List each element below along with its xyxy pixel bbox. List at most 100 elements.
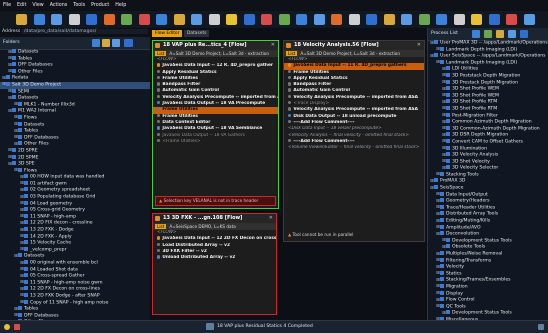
tree-item[interactable]: ⊞Trace/Header Utilities [428,205,548,212]
tree-item[interactable]: ⊞3D Shot Profile RTM [428,99,548,106]
arrow-icon[interactable] [121,14,132,25]
play-icon[interactable] [279,14,290,25]
filter-icon[interactable] [496,30,504,38]
resize-grip-icon[interactable] [538,324,544,330]
tree-item[interactable]: ⊞13 2D FXK Dodge - after SNAP [0,293,150,300]
lightbulb-icon[interactable] [4,324,10,330]
tree-item[interactable]: ⊞2D SPRE [0,148,150,155]
tree-item[interactable]: ⊞3D Shot Profile WEM [428,86,548,93]
tree-item[interactable]: ⊞Flow Control [428,297,548,304]
menu-item-help[interactable]: Help [115,3,126,8]
flow-window-vap-residual[interactable]: 18 VAP plus Re...tics_4 [Flow] ✕ ListA=S… [152,40,279,209]
tree-item[interactable]: ⊞Statics [428,271,548,278]
tree-item[interactable]: ⊞DFF Databases [0,135,150,142]
window2-icon[interactable] [524,14,535,25]
chart-icon[interactable] [191,14,202,25]
tree-item[interactable]: ⊞SeisSpace [428,185,548,192]
flow-step[interactable]: <Frame Utilities> [153,139,278,145]
tree-item[interactable]: ⊞Landmark Depth Imaging (LDI) [428,60,548,67]
flow-step[interactable]: <Velocity Analysis -- final velocity - o… [284,133,424,139]
tree-item[interactable]: ⊞DFF Databases [0,62,150,69]
tree-item[interactable]: ⊞3D DSR Depth Migration [428,132,548,139]
tree-item[interactable]: ⊞ProMAX 3D [428,178,548,185]
tree-item[interactable]: ⊞2D SPME [0,155,150,162]
tree-item[interactable]: ⊞3D Shot Profile RTM [428,106,548,113]
tree-item[interactable]: ⊞_velcomp_prepr [0,247,150,254]
tree-item[interactable]: ⊞Display [428,291,548,298]
tree-item[interactable]: ⊞Flows [0,168,150,175]
tree-item[interactable]: ⊞DFF Databases [0,313,150,320]
save-icon[interactable] [34,14,45,25]
tree-item[interactable]: ⊞Flows [0,115,150,122]
tree-item[interactable]: ⊞Obsolete Tools [428,244,548,251]
flow-step[interactable]: JavaSeis Data Input -- 11 R. 4D_prepro g… [284,63,424,69]
view-icon[interactable] [401,14,412,25]
flow-step[interactable]: Velocity Analysis Precompute -- imported… [284,107,424,113]
execute-icon[interactable] [104,14,115,25]
monitor-icon[interactable] [209,14,220,25]
view-icon[interactable] [520,30,528,38]
tree-item[interactable]: ⊞User SeisSpace -- /apps/Landmark/Operat… [428,53,548,60]
list-badge[interactable]: List [155,51,166,56]
tree-item[interactable]: ⊞13 2D FXK - Dodge [0,227,150,234]
tree-view-icon[interactable] [124,39,133,47]
tree-item[interactable]: ⊞3D Shot Velocity [428,159,548,166]
tree-item[interactable]: ⊞Multiples/Noise Removal [428,251,548,258]
tree-item[interactable]: ⊞Development Status Tools [428,310,548,317]
tree-item[interactable]: ⊞User ProMAX 3D -- /apps/Landmark/Operat… [428,40,548,47]
tree-item[interactable]: ⊞SEMI [0,89,150,96]
flow-step[interactable]: JavaSeis Data Output -- 18 VA Semblance [153,126,278,132]
tree-item[interactable]: ⊞Tables [0,306,150,313]
table-icon[interactable] [244,14,255,25]
close-icon[interactable]: ✕ [269,214,273,223]
tree-item[interactable]: ⊞3D Shot Profile WEM [428,93,548,100]
tree-item[interactable]: ⊞05 Cross-grid Geometry [0,207,150,214]
tree-item[interactable]: ⊞Deconvolution [428,231,548,238]
flow-title[interactable]: 13 3D FXK - ...gn.108 [Flow] ✕ [153,214,276,223]
tree-item[interactable]: ⊞3D Velocity Analysis [428,152,548,159]
list-badge[interactable]: List [286,51,297,56]
tree-item[interactable]: ⊞12 2D FIX decon - crossline [0,220,150,227]
address-input[interactable]: /data/pro_data/sait/datamagos/ [22,29,148,34]
tree-item[interactable]: ⊞M1 WA2 Internal [0,108,150,115]
settings-icon[interactable] [226,14,237,25]
tile-icon[interactable] [384,14,395,25]
flow-step[interactable]: JavaSeis Data Input -- 12 2D FX Decon on… [153,236,276,242]
tree-item[interactable]: ⊞3D Common-Azimuth Depth Migration [428,126,548,133]
tree-item[interactable]: ⊞Filtering/Transforms [428,258,548,265]
tree-item[interactable]: ⊞Editing/Muting/Kills [428,218,548,225]
tree-item[interactable]: ⊞Copy of 11 SNAP - high amp noise [0,300,150,307]
tree-item[interactable]: ⊞Data Input/Output [428,192,548,199]
tree-item[interactable]: ⊞MLK1 - Number Illix3d [0,102,150,109]
tree-item[interactable]: ⊞Tables [0,56,150,63]
tree-item[interactable]: ⊞00 original with ensemble bcl [0,260,150,267]
tree-item[interactable]: ⊞Velocity [428,264,548,271]
tree-item[interactable]: ⊞Amplitude/AVO [428,225,548,232]
tree-item[interactable]: ⊞01 artifact gwrn [0,181,150,188]
tree-item[interactable]: ⊞Migration [428,284,548,291]
window-icon[interactable] [366,14,377,25]
tree-item[interactable]: ⊞Other Files [0,69,150,76]
tree-item[interactable]: ⊞05 Cross-spread Gather [0,273,150,280]
tree-item[interactable]: ⊞Tables [0,128,150,135]
tree-item[interactable]: ⊞04 Load geometry [0,201,150,208]
tree-item[interactable]: ⊞3D Velocity Selector [428,165,548,172]
list-icon[interactable] [296,14,307,25]
menu-item-view[interactable]: View [32,3,43,8]
tree-item[interactable]: ⊞3D SPE [0,161,150,168]
tree-item[interactable]: ⊞Post-Migration Filter [428,113,548,120]
tree-item[interactable]: ⊞Salt 3D Demo Project [0,82,150,89]
close-icon[interactable]: ✕ [417,41,421,50]
refresh-icon[interactable] [112,39,120,47]
flow-step[interactable]: Unload Distributed Array -- v2 [153,255,276,261]
tab-flow-editor[interactable]: Flow Editor [152,30,182,37]
help-icon[interactable] [471,14,482,25]
menu-item-file[interactable]: File [3,3,11,8]
folder-icon[interactable] [102,39,110,47]
collapse-icon[interactable] [508,30,516,38]
tree-item[interactable]: ⊞Datasets [0,95,150,102]
grid-icon[interactable] [86,14,97,25]
close-icon[interactable]: ✕ [271,41,275,50]
flow-step[interactable]: <Volume Viewer/Editor -- final velocity … [284,145,424,151]
menu-item-tools[interactable]: Tools [73,3,85,8]
